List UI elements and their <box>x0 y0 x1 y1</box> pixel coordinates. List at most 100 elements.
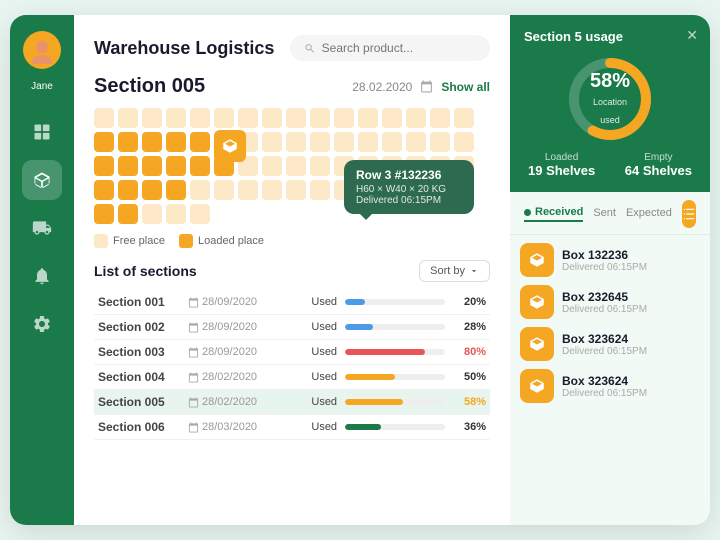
grid-cell[interactable] <box>94 156 114 176</box>
grid-cell[interactable] <box>190 204 210 224</box>
grid-cell[interactable] <box>94 108 114 128</box>
grid-cell[interactable] <box>262 108 282 128</box>
donut-pct: 58% <box>588 70 633 92</box>
grid-cell[interactable] <box>166 156 186 176</box>
tab-received[interactable]: Received <box>524 206 583 222</box>
shelves-info: Loaded 19 Shelves Empty 64 Shelves <box>524 152 696 178</box>
grid-cell[interactable] <box>406 108 426 128</box>
list-item[interactable]: Box 323624 Delivered 06:15PM <box>520 369 700 403</box>
grid-tooltip: Row 3 #132236 H60 × W40 × 20 KG Delivere… <box>344 160 474 214</box>
list-item[interactable]: Box 232645 Delivered 06:15PM <box>520 285 700 319</box>
table-row[interactable]: Section 003 28/09/2020 Used 80% <box>94 340 490 365</box>
grid-cell[interactable] <box>286 180 306 200</box>
grid-cell[interactable] <box>94 204 114 224</box>
app-title: Warehouse Logistics <box>94 38 274 59</box>
grid-cell[interactable] <box>190 180 210 200</box>
table-row[interactable]: Section 001 28/09/2020 Used 20% <box>94 290 490 315</box>
search-bar[interactable] <box>290 35 490 61</box>
sidebar-item-settings[interactable] <box>22 304 62 344</box>
tooltip-dims: H60 × W40 × 20 KG <box>356 184 462 195</box>
grid-cell[interactable] <box>334 108 354 128</box>
table-row[interactable]: Section 005 28/02/2020 Used 58% <box>94 390 490 415</box>
section-date: 28/09/2020 <box>184 290 307 315</box>
loaded-shelves: Loaded 19 Shelves <box>528 152 595 178</box>
grid-cell[interactable] <box>310 156 330 176</box>
search-icon <box>304 42 316 55</box>
grid-cell[interactable] <box>382 132 402 152</box>
box-info: Box 232645 Delivered 06:15PM <box>562 290 647 315</box>
grid-cell[interactable] <box>358 132 378 152</box>
table-row[interactable]: Section 004 28/02/2020 Used 50% <box>94 365 490 390</box>
used-label: Used <box>307 340 341 365</box>
grid-cell[interactable] <box>310 108 330 128</box>
section-date: 28/02/2020 <box>184 365 307 390</box>
tab-dot <box>524 209 531 216</box>
grid-cell[interactable] <box>94 132 114 152</box>
box-info: Box 132236 Delivered 06:15PM <box>562 248 647 273</box>
list-item[interactable]: Box 132236 Delivered 06:15PM <box>520 243 700 277</box>
table-row[interactable]: Section 006 28/03/2020 Used 36% <box>94 415 490 440</box>
sort-button[interactable]: Sort by <box>419 260 490 282</box>
grid-cell[interactable] <box>214 108 234 128</box>
tab-sent[interactable]: Sent <box>593 207 616 221</box>
grid-cell[interactable] <box>166 180 186 200</box>
grid-cell[interactable] <box>358 108 378 128</box>
sidebar-item-truck[interactable] <box>22 208 62 248</box>
grid-cell[interactable] <box>118 132 138 152</box>
filter-button[interactable] <box>682 200 696 228</box>
grid-cell[interactable] <box>166 204 186 224</box>
grid-cell[interactable] <box>118 156 138 176</box>
grid-cell[interactable] <box>190 108 210 128</box>
grid-cell[interactable] <box>262 132 282 152</box>
used-label: Used <box>307 315 341 340</box>
progress-cell <box>341 315 454 340</box>
tab-expected[interactable]: Expected <box>626 207 672 221</box>
grid-cell[interactable] <box>142 180 162 200</box>
sidebar: Jane <box>10 15 74 525</box>
grid-cell[interactable] <box>142 108 162 128</box>
grid-cell[interactable] <box>142 156 162 176</box>
grid-cell[interactable] <box>262 180 282 200</box>
grid-cell[interactable] <box>94 180 114 200</box>
list-item[interactable]: Box 323624 Delivered 06:15PM <box>520 327 700 361</box>
show-all-button[interactable]: Show all <box>441 80 490 94</box>
tooltip-status: Delivered 06:15PM <box>356 195 462 206</box>
grid-cell[interactable] <box>454 132 474 152</box>
grid-cell[interactable] <box>262 156 282 176</box>
grid-cell[interactable] <box>406 132 426 152</box>
grid-cell[interactable] <box>166 108 186 128</box>
grid-cell[interactable] <box>118 180 138 200</box>
grid-cell[interactable] <box>430 108 450 128</box>
grid-cell[interactable] <box>190 156 210 176</box>
list-title: List of sections <box>94 263 197 279</box>
grid-cell[interactable] <box>190 132 210 152</box>
grid-cell[interactable] <box>334 132 354 152</box>
grid-cell[interactable] <box>166 132 186 152</box>
table-row[interactable]: Section 002 28/09/2020 Used 28% <box>94 315 490 340</box>
close-button[interactable]: ✕ <box>686 27 698 44</box>
grid-cell[interactable] <box>238 108 258 128</box>
grid-cell[interactable] <box>286 132 306 152</box>
search-input[interactable] <box>322 41 476 55</box>
section-date: 28/09/2020 <box>184 315 307 340</box>
grid-cell[interactable] <box>214 180 234 200</box>
grid-cell[interactable] <box>430 132 450 152</box>
grid-cell[interactable] <box>142 204 162 224</box>
grid-cell[interactable] <box>454 108 474 128</box>
donut-chart: 58% Location used <box>565 54 655 144</box>
sidebar-item-bell[interactable] <box>22 256 62 296</box>
tooltip-title: Row 3 #132236 <box>356 168 462 182</box>
grid-cell[interactable] <box>286 108 306 128</box>
grid-cell[interactable] <box>118 108 138 128</box>
grid-cell[interactable] <box>238 180 258 200</box>
sidebar-item-dashboard[interactable] <box>22 112 62 152</box>
legend-free: Free place <box>94 234 165 248</box>
grid-cell[interactable] <box>310 180 330 200</box>
grid-cell[interactable] <box>382 108 402 128</box>
grid-cell[interactable] <box>310 132 330 152</box>
grid-cell[interactable] <box>286 156 306 176</box>
header: Warehouse Logistics <box>94 35 490 61</box>
grid-cell[interactable] <box>142 132 162 152</box>
sidebar-item-box[interactable] <box>22 160 62 200</box>
grid-cell[interactable] <box>118 204 138 224</box>
